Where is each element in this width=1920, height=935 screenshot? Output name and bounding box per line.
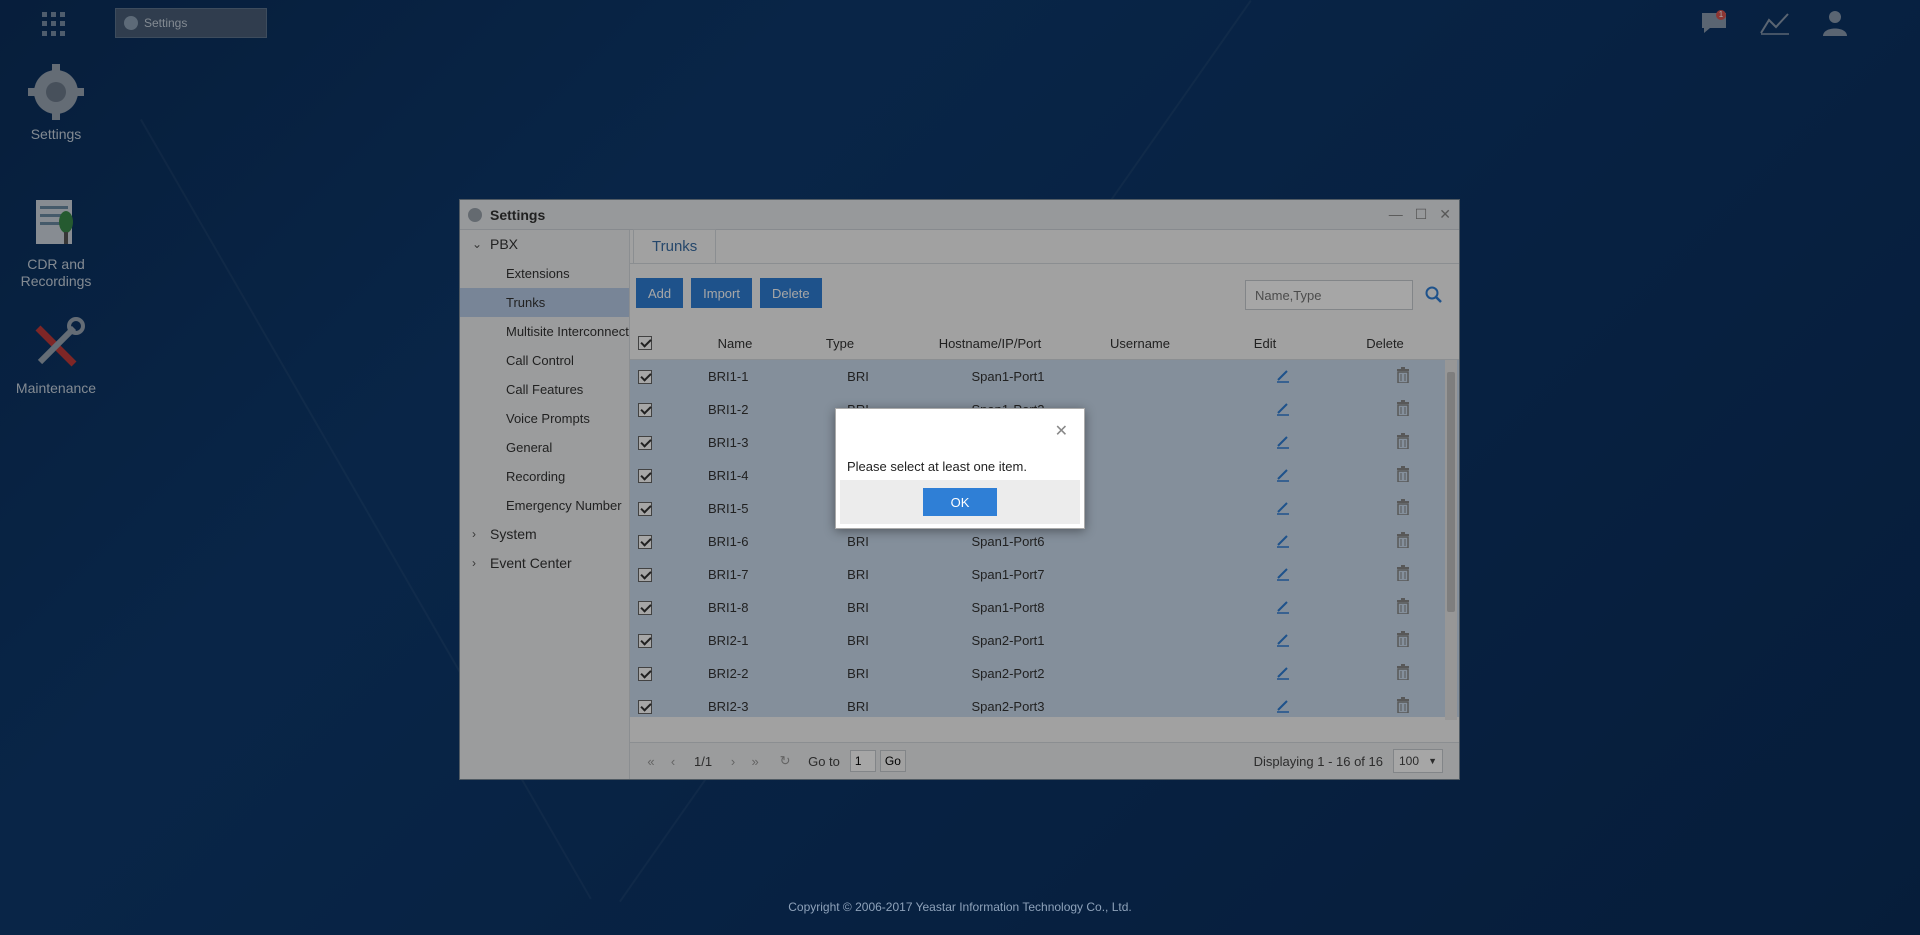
copyright-text: Copyright © 2006-2017 Yeastar Informatio… [788, 900, 1132, 914]
close-icon[interactable]: ✕ [1055, 421, 1068, 441]
dialog-message: Please select at least one item. [847, 459, 1027, 474]
alert-dialog: ✕ Please select at least one item. OK [835, 408, 1085, 529]
ok-button[interactable]: OK [923, 488, 997, 516]
